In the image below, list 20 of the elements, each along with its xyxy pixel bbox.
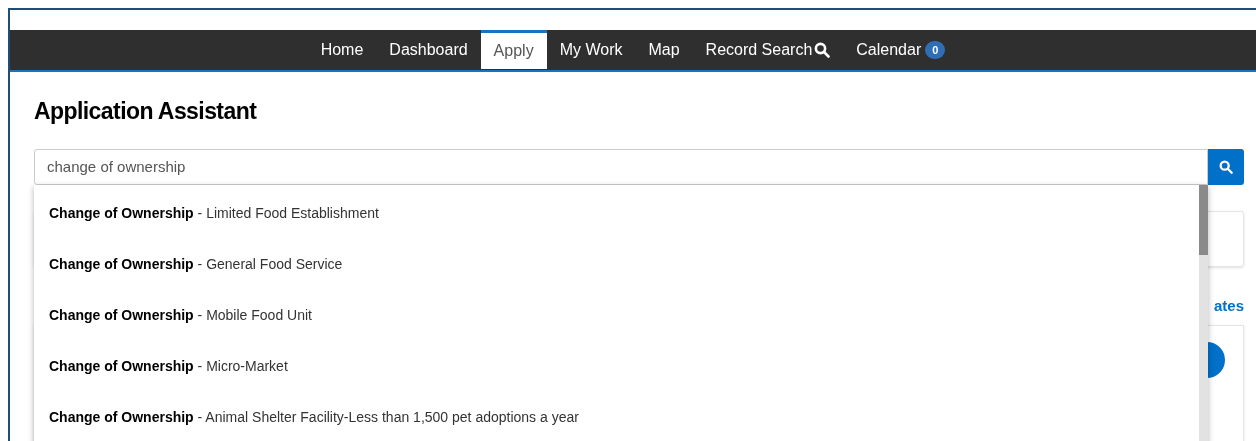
page-title: Application Assistant xyxy=(34,97,258,126)
nav-tab[interactable]: Apply xyxy=(480,30,547,69)
scrollbar-thumb xyxy=(1199,185,1208,255)
nav-tab[interactable]: Record Search xyxy=(692,30,844,70)
search-icon xyxy=(814,42,831,58)
nav-tab[interactable]: Dashboard xyxy=(376,30,481,70)
suggestion-item[interactable]: Change of Ownership - Limited Food Establishment xyxy=(34,188,1199,239)
suggestion-item[interactable]: Change of Ownership - Animal Shelter Facility-Less than 1,500 pet adoptions a year xyxy=(34,392,1199,441)
count-badge: 0 xyxy=(925,40,946,60)
nav-tab[interactable]: Map xyxy=(635,30,693,70)
suggestion-item[interactable]: Change of Ownership - Micro-Market xyxy=(34,341,1199,392)
suggestion-item[interactable]: Change of Ownership - Mobile Food Unit xyxy=(34,290,1199,341)
link[interactable]: ates xyxy=(1213,294,1244,317)
search-icon xyxy=(1219,159,1233,174)
nav-tab[interactable]: My Work xyxy=(546,30,636,70)
search-field[interactable]: change of ownership xyxy=(34,148,1208,185)
search-button[interactable] xyxy=(1208,148,1244,185)
suggestion-item[interactable]: Change of Ownership - General Food Service xyxy=(34,239,1199,290)
nav-tab[interactable]: Home xyxy=(307,30,377,70)
nav-tab[interactable]: Calendar 0 xyxy=(843,30,959,70)
